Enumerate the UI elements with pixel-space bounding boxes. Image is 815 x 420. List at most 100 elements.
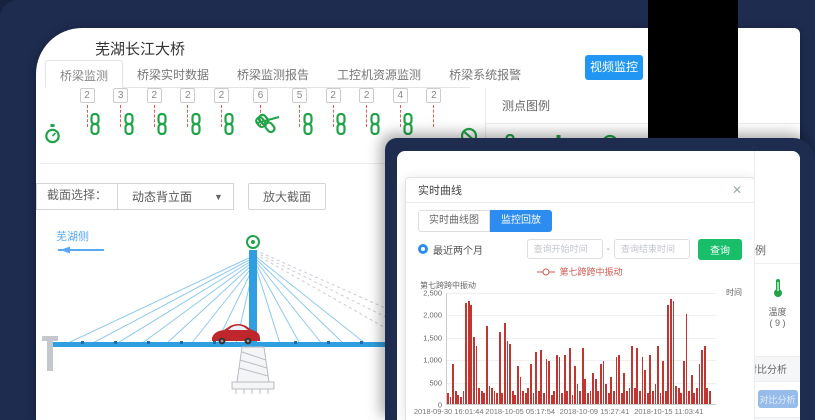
chart-bar [535,352,537,404]
chain-icon [190,113,202,140]
chart-bar [655,384,657,404]
tab-1[interactable]: 桥梁实时数据 [123,60,223,87]
sensor-group[interactable]: 2 [80,88,95,152]
x-axis-name: 时间 [726,287,742,298]
chart-bar [496,393,498,404]
dialog-tab-0[interactable]: 实时曲线图 [418,210,490,232]
chart-bar [489,386,491,404]
tab-4[interactable]: 桥梁系统报警 [435,60,535,87]
chart-bar [566,391,568,404]
sensor-group[interactable]: 5 [292,88,307,152]
tab-3[interactable]: 工控机资源监测 [323,60,435,87]
query-end-time-input[interactable] [614,239,690,259]
temperature-legend-item[interactable]: 温度 ( 9 ) [755,278,800,328]
sensor-group[interactable]: 2 [359,88,374,152]
chart-bar [683,361,685,404]
compare-section-header: 对比分析 [755,356,800,382]
thermometer-icon [771,278,785,298]
sensor-leader-line [120,105,121,127]
chain-icon [223,113,235,140]
tab-2[interactable]: 桥梁监测报告 [223,60,323,87]
query-button[interactable]: 查询 [698,239,742,260]
bridge-side-label: 芜湖侧 [56,228,89,244]
chart-bar [636,348,638,404]
chart-bar [494,391,496,404]
chart-bar [621,393,623,404]
legend-panel-header: 测点图例 [486,88,800,124]
chart-bar [543,393,545,404]
chart-bar [647,393,649,404]
chart-bar [634,388,636,404]
chart-bar [623,373,625,404]
y-axis-ticks: 2,5002,0001,5001,0005000 [418,293,446,405]
chevron-down-icon[interactable]: ▼ [214,192,233,202]
chart-bars [447,293,716,404]
sensor-count-badge: 4 [393,88,408,103]
tab-0[interactable]: 桥梁监测 [45,60,123,88]
chart-bar [639,391,641,404]
sensor-group[interactable]: 6 [247,88,273,152]
chart-bar [486,326,488,404]
chart-bar [673,301,675,404]
vibration-chart: 2,5002,0001,5001,0005000 时间 [418,293,742,405]
chart-bar [572,395,574,404]
dialog-header: 实时曲线 ✕ [406,178,754,203]
close-icon[interactable]: ✕ [732,184,742,196]
sensor-group[interactable]: 2 [180,88,195,152]
sensor-count-badge: 2 [80,88,95,103]
page-title: 芜湖长江大桥 [95,38,185,59]
sensor-leader-line [154,105,155,127]
sensor-group[interactable]: 2 [147,88,162,152]
chain-icon [156,113,168,140]
front-legend-header: 测点图例 [755,237,800,264]
left-arrow-icon [50,246,106,254]
x-tick-label: 2018-09-30 16:01:44 [414,407,484,416]
chain-icon [302,113,314,140]
chart-bar [553,391,555,404]
chart-bar [709,391,711,404]
stopwatch-group[interactable] [44,88,61,152]
chart-bar [546,359,548,404]
chart-bar [551,395,553,404]
compare-analysis-button[interactable]: 对比分析 [758,390,798,408]
chain-icon [335,113,347,140]
dialog-tab-1[interactable]: 监控回放 [490,210,552,232]
query-start-time-input[interactable] [527,239,603,259]
section-select-label: 截面选择： [37,183,118,210]
chart-bar [556,355,558,404]
sensor-group[interactable]: 2 [326,88,341,152]
enlarge-section-button[interactable]: 放大截面 [248,183,326,210]
sensor-group[interactable]: 3 [113,88,128,152]
sensor-leader-line [221,105,222,127]
temperature-count: ( 9 ) [755,318,800,328]
chart-bar [522,391,524,404]
chart-bar [468,301,470,404]
chart-bar [597,391,599,404]
recent-two-months-radio[interactable] [418,244,428,254]
y-tick-label: 1,500 [423,333,442,342]
chart-bar [600,364,602,404]
sensor-count-badge: 5 [292,88,307,103]
left-pier [42,336,58,371]
chart-legend[interactable]: 第七跨跨中振动 [418,265,742,278]
chart-bar [657,346,659,404]
screen: 芜湖长江大桥 桥梁监测桥梁实时数据桥梁监测报告工控机资源监测桥梁系统报警 视频监… [0,0,815,420]
sensor-count-badge: 2 [426,88,441,103]
chart-bar [644,370,646,404]
chart-bar [613,391,615,404]
sensor-leader-line [366,105,367,127]
y-tick-label: 2,500 [423,289,442,298]
section-dropdown[interactable]: 动态背立面 [118,188,214,205]
chart-bar [509,344,511,404]
chart-bar [527,388,529,404]
x-axis-tick-labels: 2018-09-30 16:01:442018-10-05 05:17:5420… [446,405,716,417]
query-row: 最近两个月 - 查询 [418,238,742,260]
sensor-group[interactable]: 2 [214,88,229,152]
chart-bar [577,384,579,404]
chart-bar [579,391,581,404]
chart-bar [691,375,693,404]
chart-bar [517,366,519,404]
chain-icon [89,113,101,140]
video-monitor-button[interactable]: 视频监控 [585,55,643,80]
sensor-leader-line [333,105,334,127]
